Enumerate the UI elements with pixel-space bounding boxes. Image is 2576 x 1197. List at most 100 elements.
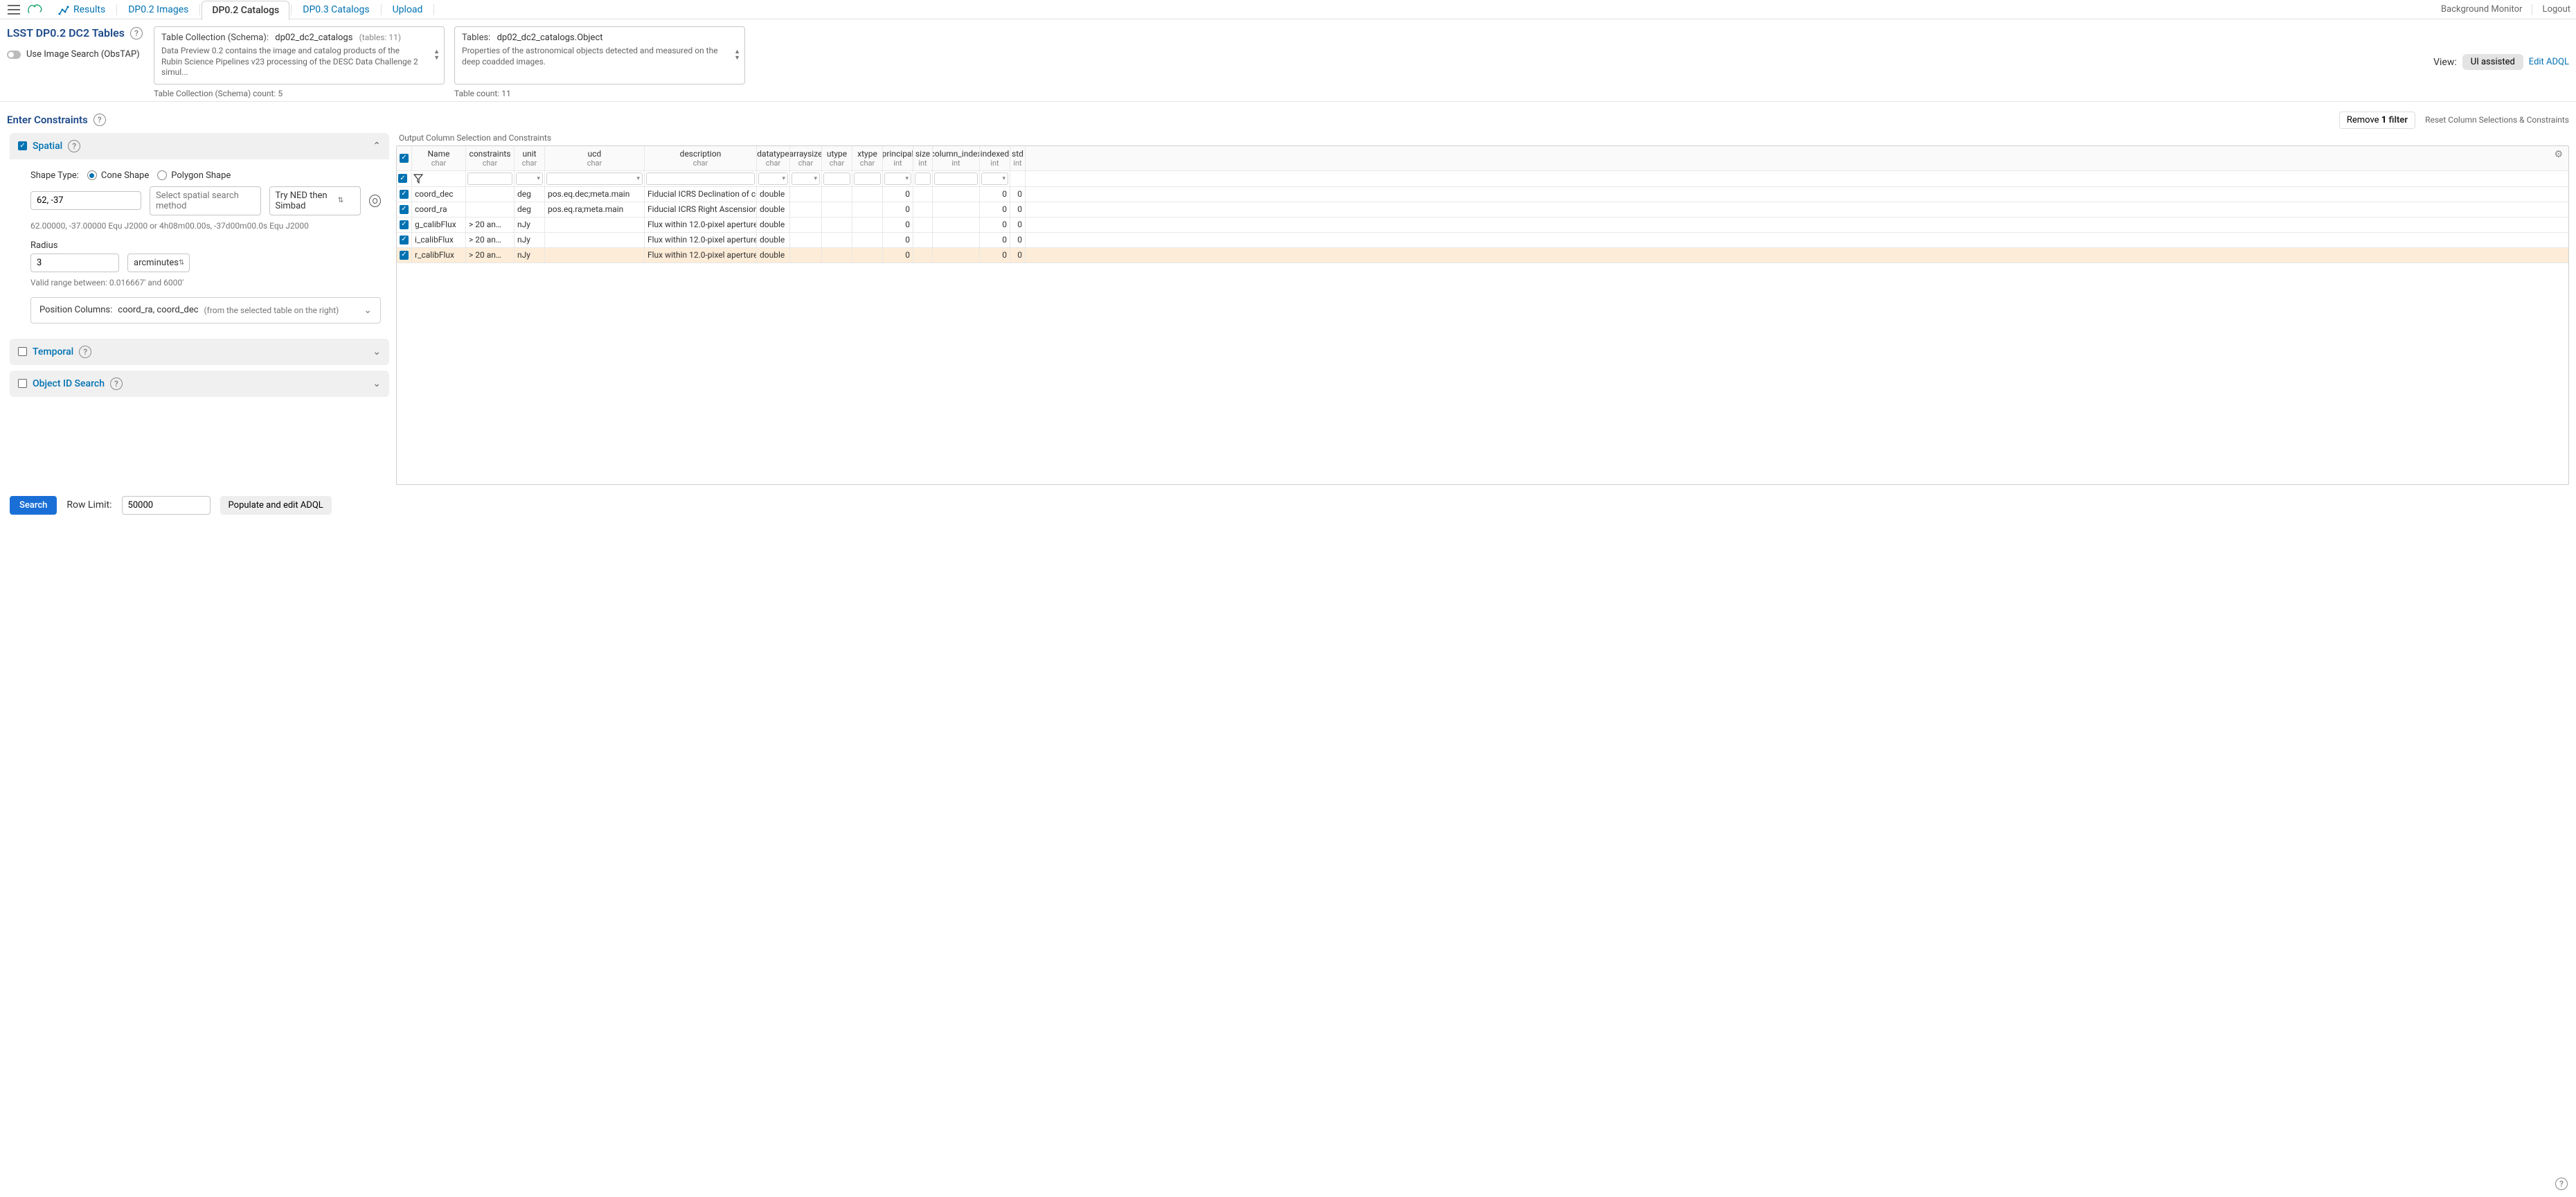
help-icon[interactable]: ? [93, 114, 106, 126]
filter-input[interactable] [467, 172, 512, 185]
col-type: int [1013, 159, 1021, 168]
reset-link[interactable]: Reset Column Selections & Constraints [2425, 115, 2569, 125]
cell [790, 218, 822, 232]
top-section: LSST DP0.2 DC2 Tables ? Use Image Search… [0, 19, 2576, 101]
tab-results[interactable]: Results [48, 0, 115, 19]
tab-upload[interactable]: Upload [383, 0, 433, 19]
table-label: Tables: [462, 33, 490, 43]
radius-unit-select[interactable]: arcminutes ⇅ [127, 254, 190, 272]
obstap-toggle[interactable] [7, 51, 21, 59]
row-checkbox[interactable] [400, 220, 409, 229]
menu-icon[interactable] [6, 1, 22, 18]
row-checkbox[interactable] [398, 174, 407, 183]
filter-input[interactable] [646, 172, 755, 185]
col-header[interactable]: constraints [469, 149, 511, 159]
col-type: char [431, 159, 447, 168]
col-header[interactable]: size [915, 149, 930, 159]
col-header[interactable]: std [1012, 149, 1023, 159]
filter-icon[interactable] [413, 174, 423, 184]
col-header[interactable]: indexed [981, 149, 1010, 159]
temporal-panel: Temporal ? ⌄ [10, 339, 389, 365]
coords-input[interactable] [30, 191, 141, 210]
temporal-checkbox[interactable] [18, 347, 27, 356]
resolver-select[interactable]: Try NED then Simbad ⇅ [269, 186, 361, 215]
updown-icon[interactable]: ▲▼ [734, 49, 740, 62]
populate-adql-button[interactable]: Populate and edit ADQL [220, 496, 332, 515]
schema-meta: (tables: 11) [359, 33, 401, 42]
cell: 0 [883, 218, 913, 232]
help-icon[interactable]: ? [79, 346, 91, 358]
table-row[interactable]: r_calibFlux> 20 an…nJyFlux within 12.0-p… [397, 248, 2568, 263]
col-header[interactable]: column_index [933, 149, 980, 159]
filter-select[interactable]: ▾ [516, 172, 543, 185]
coords-hint: 62.00000, -37.00000 Equ J2000 or 4h08m00… [30, 221, 381, 231]
tab-dp03-catalogs[interactable]: DP0.3 Catalogs [293, 0, 379, 19]
filter-input[interactable] [934, 172, 978, 185]
filter-select[interactable]: ▾ [758, 172, 788, 185]
table-filter-row: ▾ ▾ ▾ ▾ ▾ ▾ [397, 171, 2568, 187]
tab-dp02-catalogs[interactable]: DP0.2 Catalogs [202, 1, 289, 20]
cell [913, 218, 933, 232]
row-checkbox[interactable] [400, 190, 409, 199]
radius-input[interactable] [30, 254, 119, 272]
col-header[interactable]: Name [428, 149, 450, 159]
row-checkbox[interactable] [400, 236, 409, 245]
search-method-select[interactable]: Select spatial search method [150, 186, 261, 215]
global-help-icon[interactable]: ? [2555, 1178, 2568, 1190]
cell [852, 248, 883, 263]
spatial-checkbox[interactable] [18, 141, 27, 150]
logout-link[interactable]: Logout [2542, 4, 2570, 15]
col-header[interactable]: utype [827, 149, 847, 159]
col-header[interactable]: datatype [757, 149, 789, 159]
col-header[interactable]: principal [883, 149, 913, 159]
select-all-checkbox[interactable] [400, 154, 409, 163]
target-icon[interactable] [369, 195, 381, 207]
filter-select[interactable]: ▾ [546, 172, 643, 185]
col-header[interactable]: xtype [857, 149, 877, 159]
view-ui-button[interactable]: UI assisted [2462, 54, 2523, 70]
filter-select[interactable]: ▾ [981, 172, 1008, 185]
objectid-checkbox[interactable] [18, 379, 27, 388]
filter-input[interactable] [823, 172, 850, 185]
tab-label: DP0.2 Images [128, 4, 188, 15]
chevron-updown-icon: ⇅ [338, 197, 343, 204]
filter-input[interactable] [915, 172, 931, 185]
updown-icon[interactable]: ▲▼ [433, 49, 440, 62]
row-checkbox[interactable] [400, 251, 409, 260]
table-row[interactable]: i_calibFlux> 20 an…nJyFlux within 12.0-p… [397, 233, 2568, 248]
spatial-panel-header[interactable]: Spatial ? ⌃ [10, 133, 389, 159]
schema-card[interactable]: Table Collection (Schema): dp02_dc2_cata… [154, 26, 445, 85]
objectid-panel-header[interactable]: Object ID Search ? ⌄ [10, 371, 389, 397]
col-header[interactable]: unit [522, 149, 536, 159]
table-row[interactable]: coord_radegpos.eq.ra;meta.mainFiducial I… [397, 202, 2568, 218]
background-monitor-link[interactable]: Background Monitor [2441, 4, 2522, 15]
col-header[interactable]: description [680, 149, 722, 159]
table-row[interactable]: g_calibFlux> 20 an…nJyFlux within 12.0-p… [397, 218, 2568, 233]
filter-input[interactable] [854, 172, 881, 185]
view-adql-link[interactable]: Edit ADQL [2529, 57, 2569, 67]
position-columns-box[interactable]: Position Columns: coord_ra, coord_dec (f… [30, 297, 381, 323]
logo-icon[interactable] [26, 1, 43, 18]
row-limit-input[interactable] [122, 496, 211, 515]
filter-select[interactable]: ▾ [791, 172, 820, 185]
filter-select[interactable]: ▾ [884, 172, 911, 185]
tab-dp02-images[interactable]: DP0.2 Images [118, 0, 198, 19]
table-row[interactable]: coord_decdegpos.eq.dec;meta.mainFiducial… [397, 187, 2568, 202]
help-icon[interactable]: ? [68, 140, 80, 152]
cone-radio[interactable]: Cone Shape [87, 170, 149, 181]
table-card[interactable]: Tables: dp02_dc2_catalogs.Object Propert… [454, 26, 745, 85]
search-button[interactable]: Search [10, 496, 57, 515]
help-icon[interactable]: ? [130, 27, 143, 39]
help-icon[interactable]: ? [110, 378, 123, 390]
temporal-panel-header[interactable]: Temporal ? ⌄ [10, 339, 389, 365]
cell: double [757, 218, 790, 232]
cell [822, 248, 852, 263]
polygon-radio[interactable]: Polygon Shape [157, 170, 231, 181]
radius-unit: arcminutes [134, 258, 179, 268]
col-header[interactable]: ucd [588, 149, 602, 159]
gear-icon[interactable]: ⚙ [2551, 149, 2566, 160]
col-header[interactable]: arraysize [790, 149, 822, 159]
remove-filter-button[interactable]: Remove 1 filter [2339, 112, 2415, 129]
row-checkbox[interactable] [400, 205, 409, 214]
schema-label: Table Collection (Schema): [161, 33, 269, 43]
